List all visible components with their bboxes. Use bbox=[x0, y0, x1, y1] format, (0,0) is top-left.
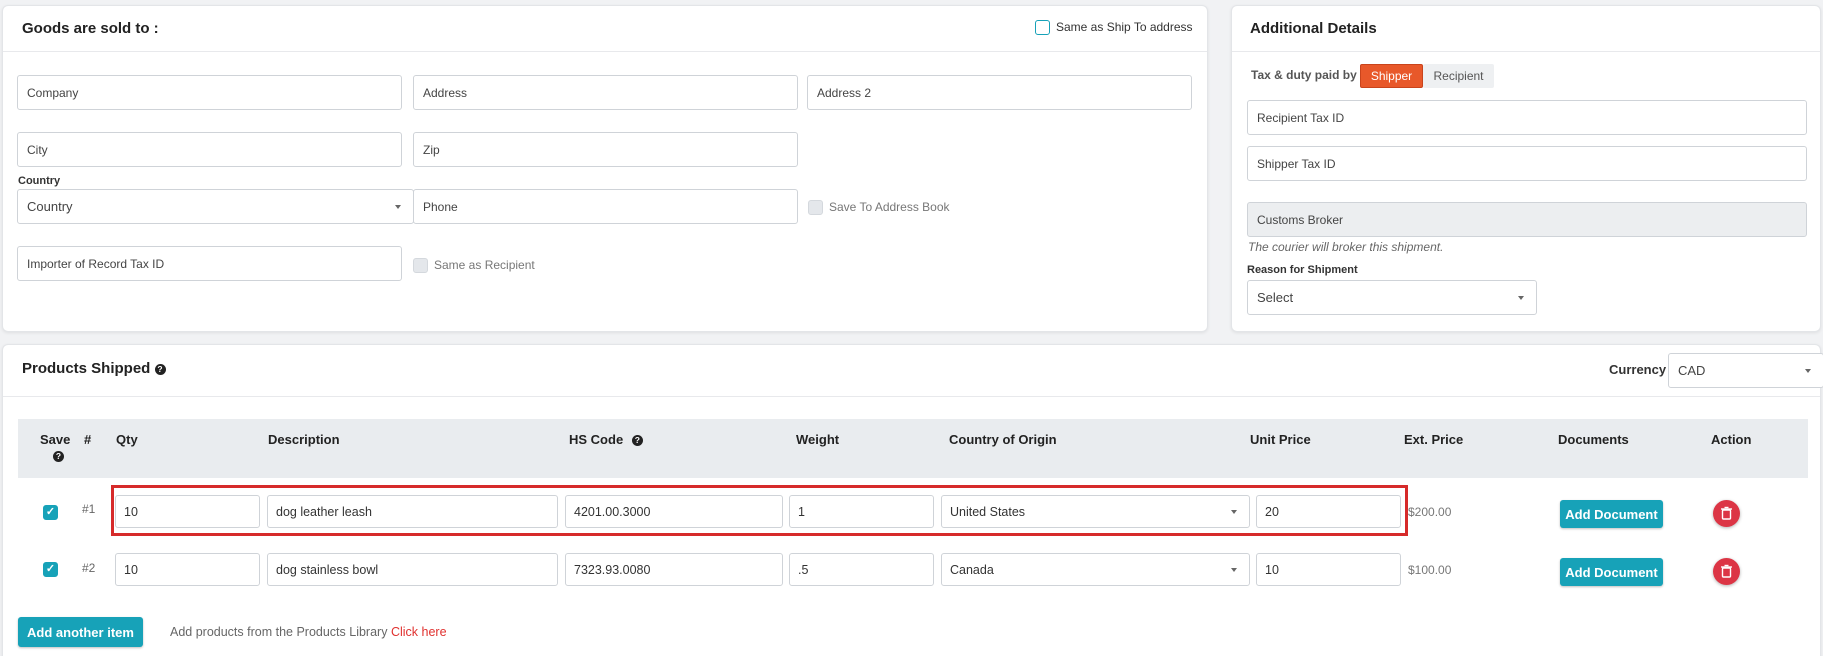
products-card: Products Shipped ? Currency CAD Save ? #… bbox=[2, 344, 1823, 656]
products-title-text: Products Shipped bbox=[22, 360, 151, 377]
same-as-ship-to-checkbox[interactable] bbox=[1035, 20, 1050, 35]
tax-option-recipient[interactable]: Recipient bbox=[1423, 64, 1494, 88]
description-input[interactable]: dog stainless bowl bbox=[267, 553, 558, 586]
add-document-button[interactable]: Add Document bbox=[1560, 500, 1663, 528]
save-to-address-book-label: Save To Address Book bbox=[829, 200, 950, 214]
row-save-checkbox[interactable]: ✓ bbox=[43, 505, 58, 520]
col-action: Action bbox=[1711, 432, 1752, 447]
country-select-value: Country bbox=[27, 199, 73, 214]
col-hs-code: HS Code ? bbox=[569, 432, 643, 447]
broker-note: The courier will broker this shipment. bbox=[1248, 240, 1444, 254]
ext-price-value: $100.00 bbox=[1408, 563, 1452, 577]
reason-select[interactable]: Select bbox=[1247, 280, 1537, 315]
currency-select-value: CAD bbox=[1678, 363, 1706, 378]
delete-row-button[interactable] bbox=[1713, 500, 1740, 527]
row-save-checkbox[interactable]: ✓ bbox=[43, 562, 58, 577]
col-hs-code-label: HS Code bbox=[569, 432, 624, 447]
caret-down-icon bbox=[395, 205, 401, 209]
phone-field[interactable]: Phone bbox=[413, 189, 798, 224]
additional-details-title: Additional Details bbox=[1250, 20, 1377, 37]
products-library-link[interactable]: Click here bbox=[391, 625, 447, 639]
same-as-recipient-checkbox[interactable] bbox=[413, 258, 428, 273]
additional-details-card: Additional Details Tax & duty paid by Sh… bbox=[1231, 5, 1821, 332]
importer-tax-id-field[interactable]: Importer of Record Tax ID bbox=[17, 246, 402, 281]
row-number: #2 bbox=[82, 561, 96, 575]
country-select[interactable]: Country bbox=[17, 189, 414, 224]
products-divider bbox=[3, 396, 1820, 397]
tax-option-shipper[interactable]: Shipper bbox=[1360, 64, 1423, 88]
tax-duty-label: Tax & duty paid by bbox=[1251, 68, 1357, 82]
col-unit-price: Unit Price bbox=[1250, 432, 1311, 447]
products-table-header bbox=[18, 419, 1808, 478]
trash-icon bbox=[1721, 564, 1732, 578]
reason-select-value: Select bbox=[1257, 290, 1294, 305]
city-field[interactable]: City bbox=[17, 132, 402, 167]
country-label: Country bbox=[18, 175, 61, 187]
question-circle-icon[interactable]: ? bbox=[631, 435, 643, 447]
additional-details-divider bbox=[1232, 51, 1820, 52]
hs-code-input[interactable]: 7323.93.0080 bbox=[565, 553, 783, 586]
zip-field[interactable]: Zip bbox=[413, 132, 798, 167]
shipper-tax-id-field[interactable]: Shipper Tax ID bbox=[1247, 146, 1807, 181]
products-library-text: Add products from the Products Library C… bbox=[170, 625, 447, 639]
caret-down-icon bbox=[1518, 296, 1524, 300]
address2-field[interactable]: Address 2 bbox=[807, 75, 1192, 110]
caret-down-icon bbox=[1805, 369, 1811, 373]
same-as-ship-to-label: Same as Ship To address bbox=[1056, 20, 1193, 34]
products-library-label: Add products from the Products Library bbox=[170, 625, 388, 639]
question-circle-icon[interactable]: ? bbox=[53, 451, 64, 462]
address-field[interactable]: Address bbox=[413, 75, 798, 110]
col-description: Description bbox=[268, 432, 340, 447]
delete-row-button[interactable] bbox=[1713, 558, 1740, 585]
weight-input[interactable]: .5 bbox=[789, 553, 934, 586]
col-country-of-origin: Country of Origin bbox=[949, 432, 1057, 447]
sold-to-title: Goods are sold to : bbox=[22, 20, 159, 37]
products-title: Products Shipped ? bbox=[22, 360, 166, 377]
country-of-origin-select[interactable]: Canada bbox=[941, 553, 1250, 586]
row-number: #1 bbox=[82, 502, 96, 516]
recipient-tax-id-field[interactable]: Recipient Tax ID bbox=[1247, 100, 1807, 135]
same-as-recipient-label: Same as Recipient bbox=[434, 258, 535, 272]
unit-price-input[interactable]: 10 bbox=[1256, 553, 1401, 586]
reason-label: Reason for Shipment bbox=[1247, 264, 1358, 276]
col-num: # bbox=[84, 432, 92, 447]
customs-broker-field[interactable]: Customs Broker bbox=[1247, 202, 1807, 237]
sold-to-divider bbox=[3, 51, 1207, 52]
col-save: Save bbox=[40, 432, 71, 447]
trash-icon bbox=[1721, 506, 1732, 520]
currency-select[interactable]: CAD bbox=[1668, 353, 1823, 388]
save-to-address-book-checkbox[interactable] bbox=[808, 200, 823, 215]
col-documents: Documents bbox=[1558, 432, 1629, 447]
row-highlight-box bbox=[111, 485, 1408, 536]
add-document-button[interactable]: Add Document bbox=[1560, 558, 1663, 586]
add-another-item-button[interactable]: Add another item bbox=[18, 617, 143, 647]
qty-input[interactable]: 10 bbox=[115, 553, 260, 586]
caret-down-icon bbox=[1231, 568, 1237, 572]
question-circle-icon[interactable]: ? bbox=[154, 363, 166, 375]
col-qty: Qty bbox=[116, 432, 138, 447]
col-weight: Weight bbox=[796, 432, 840, 447]
sold-to-card: Goods are sold to : Same as Ship To addr… bbox=[2, 5, 1208, 332]
ext-price-value: $200.00 bbox=[1408, 505, 1452, 519]
country-of-origin-value: Canada bbox=[950, 562, 994, 577]
company-field[interactable]: Company bbox=[17, 75, 402, 110]
col-ext-price: Ext. Price bbox=[1404, 432, 1464, 447]
currency-label: Currency bbox=[1609, 362, 1667, 377]
